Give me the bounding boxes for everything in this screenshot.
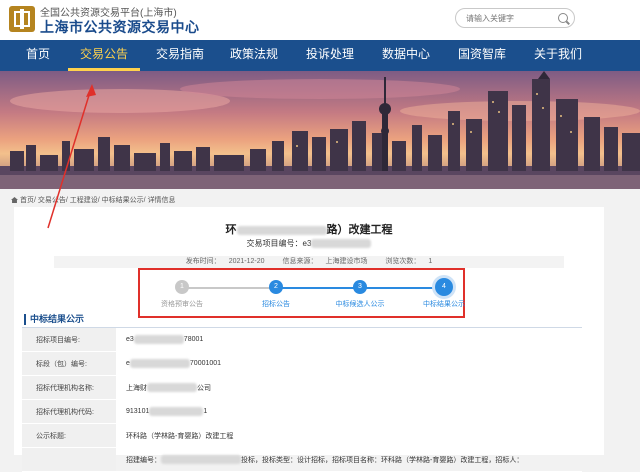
step-4-label[interactable]: 中标结果公示: [423, 299, 465, 309]
field-value-start: 913101: [126, 408, 150, 416]
views-label: 浏览次数：: [385, 258, 421, 265]
source: 上海建设市场: [325, 258, 368, 265]
project-number: 交易项目编号：e3: [14, 238, 604, 249]
field-value: 上海财 公司: [116, 375, 582, 400]
skyline-illustration: [0, 71, 640, 189]
search-icon[interactable]: [558, 13, 568, 23]
field-label: 公示标题:: [22, 423, 116, 448]
redacted-text: [149, 407, 204, 416]
redacted-text: [133, 335, 184, 344]
nav-item-guide[interactable]: 交易指南: [152, 40, 208, 71]
nav-item-data-center[interactable]: 数据中心: [378, 40, 434, 71]
redacted-text: [236, 225, 327, 235]
field-value-end: 投标，投标类型：设计招标，招标项目名称：环科路（学林路-育婴路）改建工程，招标人…: [241, 456, 524, 464]
redacted-text: [147, 383, 197, 393]
field-value-end: 1: [203, 408, 208, 416]
progress-steps: 1 2 3 4 资格预审公告 招标公告 中标候选人公示 中标结果公示: [138, 268, 465, 318]
breadcrumb-trade-notices[interactable]: 交易公告: [38, 197, 66, 204]
nav-item-policy[interactable]: 政策法规: [226, 40, 282, 71]
publish-time: 2021-12-20: [228, 258, 265, 265]
search-input[interactable]: [466, 11, 556, 25]
project-number-value: e3: [302, 239, 312, 248]
search-box[interactable]: [455, 8, 575, 28]
step-4-dot[interactable]: 4: [435, 278, 453, 296]
city-skyline-banner: [0, 71, 640, 189]
source-label: 信息来源：: [282, 258, 318, 265]
field-value-start: e3: [126, 336, 134, 344]
field-value-end: 70001001: [189, 360, 222, 368]
breadcrumb-award-result[interactable]: 中标结果公示: [102, 197, 144, 204]
step-2-label[interactable]: 招标公告: [262, 299, 290, 309]
field-value: e3 78001: [116, 328, 582, 352]
table-row: 招建编号： 投标，投标类型：设计招标，招标项目名称：环科路（学林路-育婴路）改建工…: [22, 447, 582, 472]
step-1-dot[interactable]: 1: [175, 280, 189, 294]
field-value-start: 招建编号：: [126, 456, 161, 464]
step-3-label[interactable]: 中标候选人公示: [336, 299, 385, 309]
field-value-end: 公司: [197, 384, 211, 392]
notice-meta-bar: 发布时间： 2021-12-20 信息来源： 上海建设市场 浏览次数： 1: [54, 256, 564, 268]
center-name[interactable]: 上海市公共资源交易中心: [40, 17, 200, 37]
field-label: 招标代理机构名称:: [22, 375, 116, 400]
notice-detail-card: 环路）改建工程 交易项目编号：e3 发布时间： 2021-12-20 信息来源：上…: [14, 207, 604, 472]
nav-item-complaints[interactable]: 投诉处理: [302, 40, 358, 71]
breadcrumb-home[interactable]: 首页: [20, 197, 34, 204]
nav-item-trade-notices[interactable]: 交易公告: [68, 40, 140, 71]
field-label: 招标项目编号:: [22, 328, 116, 352]
breadcrumb: 首页/ 交易公告/ 工程建设/ 中标结果公示/ 详情信息: [11, 195, 176, 205]
step-1-label[interactable]: 资格预审公告: [161, 299, 203, 309]
logo-icon[interactable]: [9, 6, 35, 32]
redacted-text: [161, 455, 241, 465]
step-2-dot[interactable]: 2: [269, 280, 283, 294]
award-info-table: 招标项目编号: e3 78001 标段（包）编号: e 70001001 招标代理机…: [22, 328, 582, 472]
table-row: 标段（包）编号: e 70001001: [22, 351, 582, 376]
nav-item-home[interactable]: 首页: [18, 40, 58, 71]
step-3-dot[interactable]: 3: [353, 280, 367, 294]
breadcrumb-construction[interactable]: 工程建设: [70, 197, 98, 204]
notice-title: 环 路）改建工程: [14, 221, 604, 237]
step-connector: [276, 287, 360, 289]
breadcrumb-detail: 详情信息: [147, 197, 176, 204]
table-row: 招标代理机构名称: 上海财 公司: [22, 375, 582, 400]
field-value-end: 78001: [183, 336, 204, 344]
publish-time-label: 发布时间：: [185, 258, 221, 265]
redacted-text: [129, 359, 190, 368]
field-label: 招标代理机构代码:: [22, 399, 116, 424]
nav-item-think-tank[interactable]: 国资智库: [454, 40, 510, 71]
table-row: 招标项目编号: e3 78001: [22, 328, 582, 352]
notice-title-end: 路）改建工程: [326, 224, 393, 236]
field-value: 环科路（学林路-育婴路）改建工程: [116, 423, 582, 448]
field-value: e 70001001: [116, 351, 582, 376]
step-connector: [360, 287, 444, 289]
field-value: 913101 1: [116, 399, 582, 424]
site-header: 全国公共资源交易平台(上海市) 上海市公共资源交易中心: [0, 0, 640, 40]
step-connector: [182, 287, 276, 289]
view-count: 1: [428, 258, 433, 265]
table-row: 招标代理机构代码: 913101 1: [22, 399, 582, 424]
table-row: 公示标题: 环科路（学林路-育婴路）改建工程: [22, 423, 582, 448]
field-label: 标段（包）编号:: [22, 351, 116, 376]
project-number-label: 交易项目编号：: [246, 239, 303, 248]
field-label: [22, 447, 116, 472]
field-value: 招建编号： 投标，投标类型：设计招标，招标项目名称：环科路（学林路-育婴路）改建工…: [116, 447, 582, 472]
notice-title-start: 环: [225, 224, 237, 236]
home-icon: [11, 197, 18, 203]
nav-item-about[interactable]: 关于我们: [530, 40, 586, 71]
section-title: 中标结果公示: [24, 314, 84, 325]
field-value-start: 上海财: [126, 384, 147, 392]
main-nav: 首页 交易公告 交易指南 政策法规 投诉处理 数据中心 国资智库 关于我们: [0, 40, 640, 71]
redacted-text: [311, 239, 372, 249]
